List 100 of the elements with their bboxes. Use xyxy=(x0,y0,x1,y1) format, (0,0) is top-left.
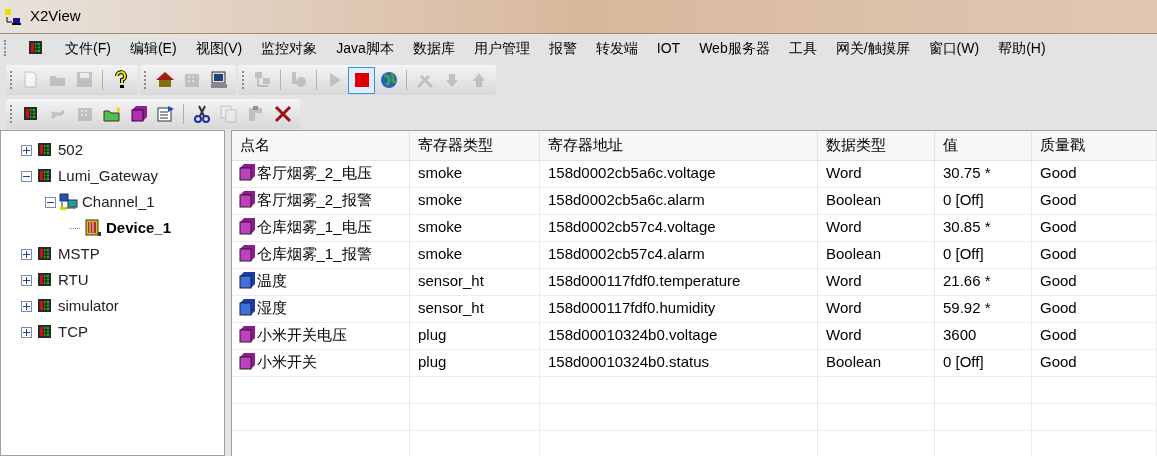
tree-item[interactable]: RTU xyxy=(58,268,89,292)
menu-item[interactable]: Web服务器 xyxy=(699,37,770,59)
table-cell: plug xyxy=(418,326,447,344)
tree-item[interactable]: Channel_1 xyxy=(82,190,155,214)
menu-item[interactable]: 监控对象 xyxy=(261,37,318,59)
table-cell: sensor_ht xyxy=(418,299,484,317)
table-cell: Word xyxy=(826,164,862,182)
table-cell: 小米开关 xyxy=(256,353,317,371)
table-cell: Word xyxy=(826,272,862,290)
column-header[interactable]: 寄存器类型 xyxy=(418,136,493,153)
column-header[interactable]: 数据类型 xyxy=(826,136,886,153)
expand-toggle[interactable] xyxy=(21,274,32,286)
house-icon xyxy=(154,70,175,90)
table-cell: sensor_ht xyxy=(418,272,484,290)
menu-item[interactable]: Java脚本 xyxy=(336,37,394,59)
table-cell: 158d000117fdf0.temperature xyxy=(548,272,741,290)
menu-item[interactable]: 网关/触摸屏 xyxy=(835,37,910,59)
table-cell: 0 [Off] xyxy=(943,191,984,209)
table-cell: 59.92 * xyxy=(943,299,991,317)
table-cell: 158d0002cb57c4.alarm xyxy=(548,245,705,263)
floppy-icon xyxy=(74,70,95,90)
menu-item[interactable]: 文件(F) xyxy=(65,37,111,59)
menu-item[interactable]: 数据库 xyxy=(412,37,455,59)
table-cell: 仓库烟雾_1_报警 xyxy=(256,245,372,263)
table-cell: smoke xyxy=(418,191,463,209)
menu-item[interactable]: 报警 xyxy=(548,37,577,59)
table-cell: 158d00010324b0.voltage xyxy=(548,326,718,344)
tree-item[interactable]: TCP xyxy=(58,320,88,344)
table-cell: Good xyxy=(1040,245,1077,263)
tree-item[interactable]: MSTP xyxy=(58,242,100,266)
table-cell: Word xyxy=(826,326,862,344)
copy-icon xyxy=(218,104,239,124)
collapse-toggle[interactable] xyxy=(45,196,56,208)
tree-item[interactable]: Lumi_Gateway xyxy=(58,164,159,188)
column-header[interactable]: 寄存器地址 xyxy=(548,136,623,153)
table-cell: 仓库烟雾_1_电压 xyxy=(256,218,372,236)
tree-item[interactable]: Device_1 xyxy=(106,216,172,240)
expand-toggle[interactable] xyxy=(21,300,32,312)
folder-icon xyxy=(101,104,122,124)
cube-icon xyxy=(237,217,256,236)
expand-toggle[interactable] xyxy=(21,144,32,156)
collapse-toggle[interactable] xyxy=(21,170,32,182)
computer-icon xyxy=(208,70,229,90)
app-icon xyxy=(4,7,22,26)
cube-icon xyxy=(237,190,256,209)
column-header[interactable]: 值 xyxy=(943,136,958,153)
tree-item[interactable]: simulator xyxy=(58,294,119,318)
menu-item[interactable]: 用户管理 xyxy=(473,37,530,59)
table-cell: 0 [Off] xyxy=(943,245,984,263)
table-cell: Good xyxy=(1040,299,1077,317)
tree-item[interactable]: 502 xyxy=(58,138,84,162)
table-cell: 158d0002cb57c4.voltage xyxy=(548,218,716,236)
expand-toggle[interactable] xyxy=(21,248,32,260)
computers-icon xyxy=(59,192,79,212)
table-cell: 3600 xyxy=(943,326,977,344)
table-cell: plug xyxy=(418,353,447,371)
device-icon xyxy=(83,218,103,238)
table-cell: 158d0002cb5a6c.alarm xyxy=(548,191,705,209)
table-cell: 客厅烟雾_2_报警 xyxy=(256,191,372,209)
table-cell: Good xyxy=(1040,164,1077,182)
table-cell: 0 [Off] xyxy=(943,353,984,371)
cube-icon xyxy=(237,244,256,263)
table-cell: smoke xyxy=(418,245,463,263)
cube-icon xyxy=(237,298,256,317)
table-cell: 温度 xyxy=(256,272,287,290)
table-cell: 158d0002cb5a6c.voltage xyxy=(548,164,716,182)
form-icon xyxy=(155,104,176,124)
table-cell: 30.85 * xyxy=(943,218,991,236)
column-header[interactable]: 质量戳 xyxy=(1040,136,1085,153)
window-title: X2View xyxy=(30,6,81,27)
cube-icon xyxy=(128,104,149,124)
expand-toggle[interactable] xyxy=(21,326,32,338)
menu-item[interactable]: 工具 xyxy=(788,37,817,59)
cube-icon xyxy=(237,271,256,290)
menu-item[interactable]: 帮助(H) xyxy=(998,37,1046,59)
table-cell: 小米开关电压 xyxy=(256,326,347,344)
table-cell: smoke xyxy=(418,164,463,182)
table-cell: 158d000117fdf0.humidity xyxy=(548,299,716,317)
menu-item[interactable]: 编辑(E) xyxy=(129,37,177,59)
globe-icon xyxy=(378,70,399,90)
menu-item[interactable]: 窗口(W) xyxy=(928,37,980,59)
menu-item[interactable]: IOT xyxy=(656,37,681,59)
table-cell: 客厅烟雾_2_电压 xyxy=(256,164,372,182)
table-cell: Word xyxy=(826,299,862,317)
table-cell: smoke xyxy=(418,218,463,236)
cube-icon xyxy=(237,163,256,182)
network-icon xyxy=(252,70,273,90)
table-cell: Boolean xyxy=(826,353,882,371)
menu-item[interactable]: 视图(V) xyxy=(195,37,243,59)
table-cell: Good xyxy=(1040,353,1077,371)
table-cell: 30.75 * xyxy=(943,164,991,182)
table-cell: Good xyxy=(1040,218,1077,236)
table-cell: Word xyxy=(826,218,862,236)
delete-icon xyxy=(272,104,293,124)
table-cell: 158d00010324b0.status xyxy=(548,353,709,371)
table-cell: Good xyxy=(1040,326,1077,344)
menu-item[interactable]: 转发端 xyxy=(595,37,638,59)
cube-icon xyxy=(237,325,256,344)
column-header[interactable]: 点名 xyxy=(239,136,270,153)
scissors-icon xyxy=(191,104,212,124)
